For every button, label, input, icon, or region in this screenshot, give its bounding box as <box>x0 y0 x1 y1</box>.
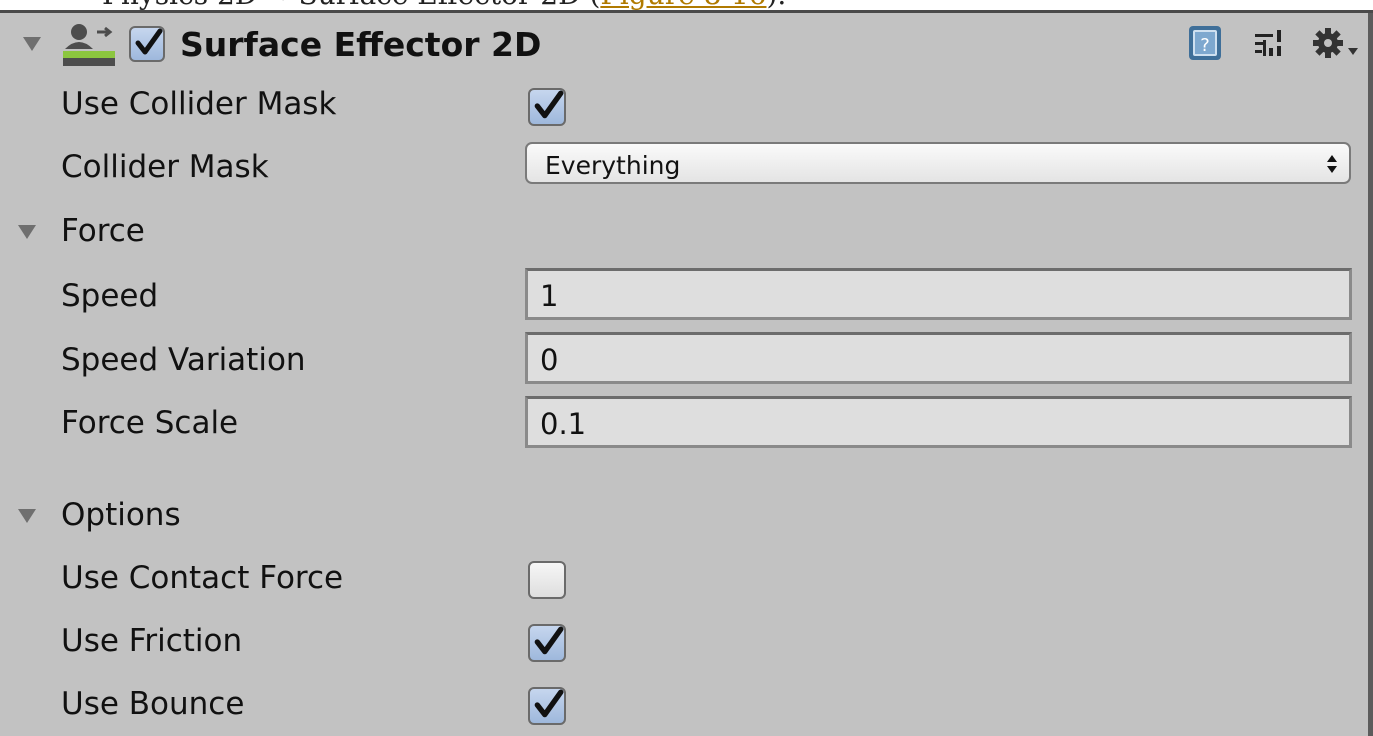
options-section-label[interactable]: Options <box>61 500 181 531</box>
up-down-arrows-icon <box>1327 155 1337 173</box>
force-foldout-arrow-icon[interactable] <box>18 225 36 239</box>
divider <box>0 10 1373 13</box>
help-book-icon[interactable]: ? <box>1186 24 1224 62</box>
figure-link[interactable]: Figure 8-16 <box>600 0 766 10</box>
caption-prefix: Physics 2D → Surface Effector 2D ( <box>102 0 600 10</box>
force-scale-field[interactable]: 0.1 <box>525 396 1352 448</box>
use-bounce-checkbox[interactable] <box>528 687 566 725</box>
collider-mask-value: Everything <box>545 151 681 180</box>
component-enabled-checkbox[interactable] <box>129 26 165 62</box>
caption-suffix: ). <box>766 0 786 10</box>
use-collider-mask-label: Use Collider Mask <box>61 86 337 122</box>
use-contact-force-checkbox[interactable] <box>528 561 566 599</box>
collider-mask-label: Collider Mask <box>61 149 269 185</box>
use-contact-force-label: Use Contact Force <box>61 560 344 596</box>
speed-field[interactable]: 1 <box>525 268 1352 320</box>
collider-mask-dropdown[interactable]: Everything <box>525 142 1351 184</box>
caption-text: Physics 2D → Surface Effector 2D (Figure… <box>102 0 786 10</box>
speed-label: Speed <box>61 278 159 314</box>
checkmark-icon <box>534 689 564 718</box>
speed-variation-label: Speed Variation <box>61 342 306 378</box>
speed-value: 1 <box>540 279 559 313</box>
force-scale-label: Force Scale <box>61 405 239 441</box>
force-scale-value: 0.1 <box>540 407 587 441</box>
checkmark-icon <box>534 90 564 119</box>
foldout-arrow-icon[interactable] <box>23 37 41 51</box>
checkmark-icon <box>534 626 564 655</box>
force-section-label[interactable]: Force <box>61 216 145 247</box>
use-collider-mask-checkbox[interactable] <box>528 88 566 126</box>
preset-sliders-icon[interactable] <box>1253 24 1287 62</box>
scrollbar-edge <box>1368 13 1373 736</box>
checkmark-icon <box>135 28 163 55</box>
use-friction-checkbox[interactable] <box>528 624 566 662</box>
options-foldout-arrow-icon[interactable] <box>18 509 36 523</box>
gear-icon[interactable] <box>1310 24 1362 62</box>
component-title: Surface Effector 2D <box>180 25 542 64</box>
document-caption: Physics 2D → Surface Effector 2D (Figure… <box>0 0 1373 10</box>
speed-variation-field[interactable]: 0 <box>525 332 1352 384</box>
use-friction-label: Use Friction <box>61 623 243 659</box>
surface-effector-component-icon <box>63 24 115 66</box>
use-bounce-label: Use Bounce <box>61 686 245 722</box>
speed-variation-value: 0 <box>540 343 559 377</box>
svg-text:?: ? <box>1200 35 1210 56</box>
